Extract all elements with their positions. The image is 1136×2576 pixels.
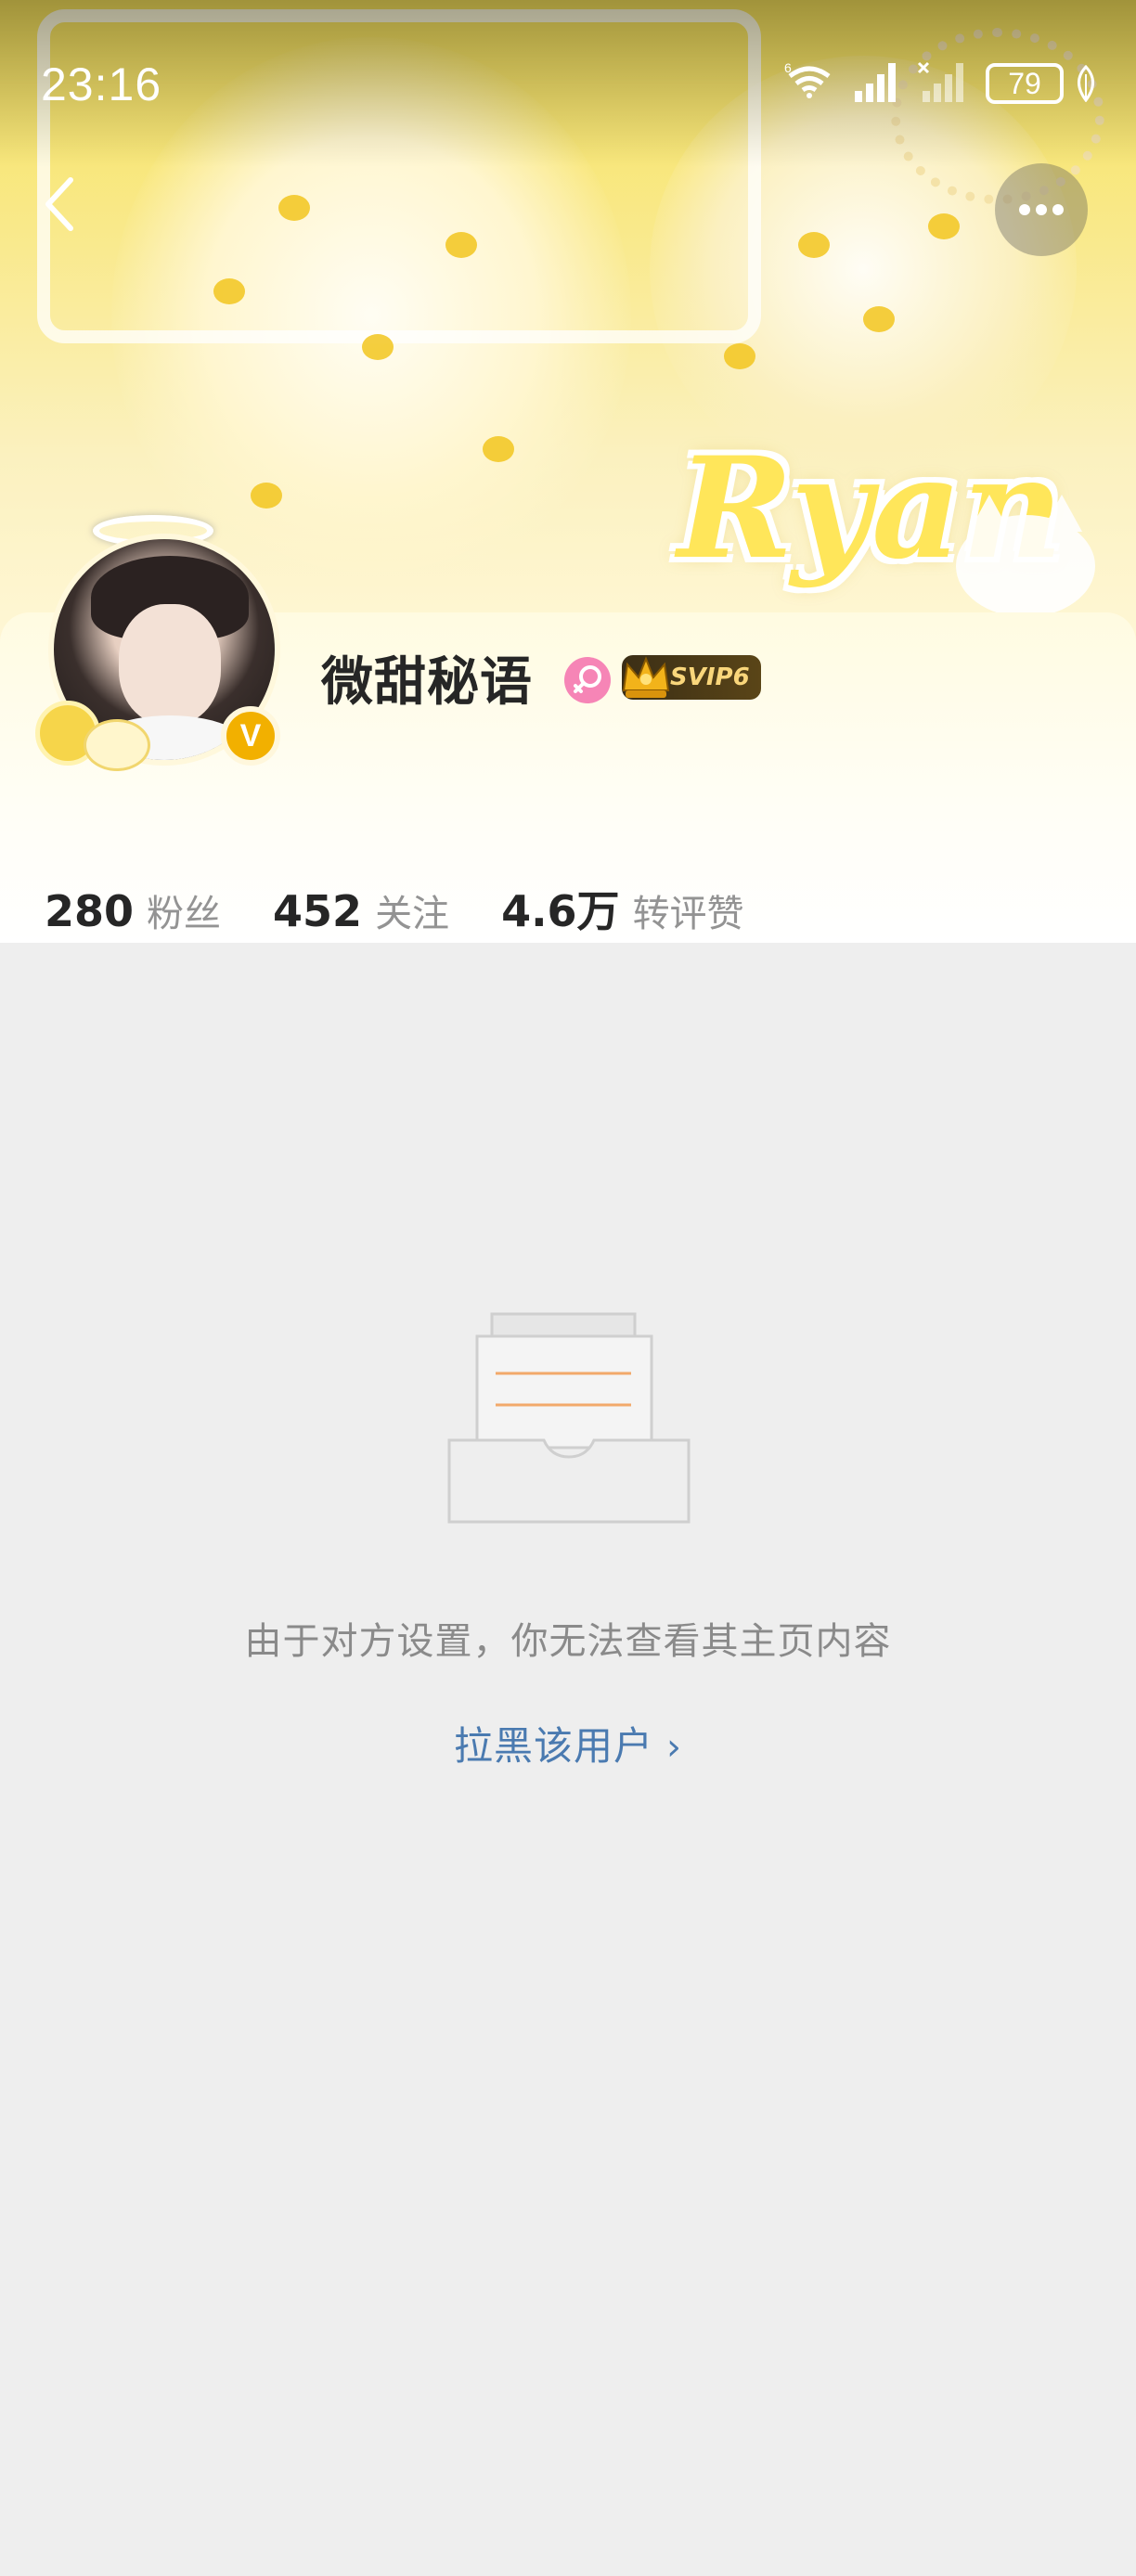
paw-print-decoration [251, 483, 282, 509]
empty-state-message: 由于对方设置，你无法查看其主页内容 [244, 1620, 892, 1663]
battery-icon: 79 [986, 63, 1064, 104]
back-button[interactable] [28, 167, 102, 241]
more-dots-icon [1019, 204, 1064, 215]
stat-following[interactable]: 452 关注 [273, 883, 449, 937]
stat-interactions[interactable]: 4.6万 转评赞 [501, 878, 744, 939]
profile-page: Ryan 23:16 6 79 V 微甜秘语 SVIP6 280 粉丝 452 … [0, 0, 1136, 2576]
stat-value: 280 [45, 886, 135, 936]
female-icon [574, 665, 601, 693]
paw-print-decoration [213, 278, 245, 304]
chevron-right-icon: › [666, 1726, 682, 1769]
cat-sticker-decoration [956, 495, 1095, 617]
signal-no-service-icon [917, 61, 963, 102]
stat-label: 粉丝 [147, 893, 222, 935]
status-bar: 23:16 6 79 [0, 0, 1136, 167]
paw-print-decoration [278, 195, 310, 221]
stat-value: 4.6万 [501, 886, 620, 936]
more-button[interactable] [995, 163, 1088, 256]
block-user-link[interactable]: 拉黑该用户 › [0, 1715, 1136, 1771]
vip-badge-label: SVIP6 [670, 663, 750, 691]
crown-icon [622, 656, 670, 698]
username: 微甜秘语 [321, 652, 533, 713]
paw-print-decoration [863, 306, 895, 332]
avatar-container[interactable]: V [35, 515, 290, 784]
signal-strength-icon [855, 63, 896, 102]
paw-print-decoration [928, 213, 960, 239]
avatar-face [119, 604, 221, 725]
empty-inbox-icon [447, 1312, 691, 1524]
stat-label: 关注 [375, 893, 450, 935]
status-time: 23:16 [41, 58, 162, 110]
paw-print-decoration [362, 334, 394, 360]
paw-print-decoration [445, 232, 477, 258]
chevron-left-icon [45, 177, 73, 231]
kitty-decoration [84, 719, 150, 771]
stat-label: 转评赞 [632, 893, 744, 935]
stat-followers[interactable]: 280 粉丝 [45, 883, 221, 937]
profile-stats: 280 粉丝 452 关注 4.6万 转评赞 [45, 878, 796, 952]
stat-value: 452 [273, 886, 363, 936]
vip-badge[interactable]: SVIP6 [622, 655, 761, 700]
paw-print-decoration [724, 343, 755, 369]
paw-print-decoration [798, 232, 830, 258]
leaf-icon [1078, 65, 1094, 102]
gender-badge [564, 657, 611, 703]
block-user-label: 拉黑该用户 [453, 1723, 653, 1769]
paw-print-decoration [483, 436, 514, 462]
verified-badge[interactable]: V [221, 706, 280, 766]
wifi-icon: 6 [784, 61, 831, 98]
